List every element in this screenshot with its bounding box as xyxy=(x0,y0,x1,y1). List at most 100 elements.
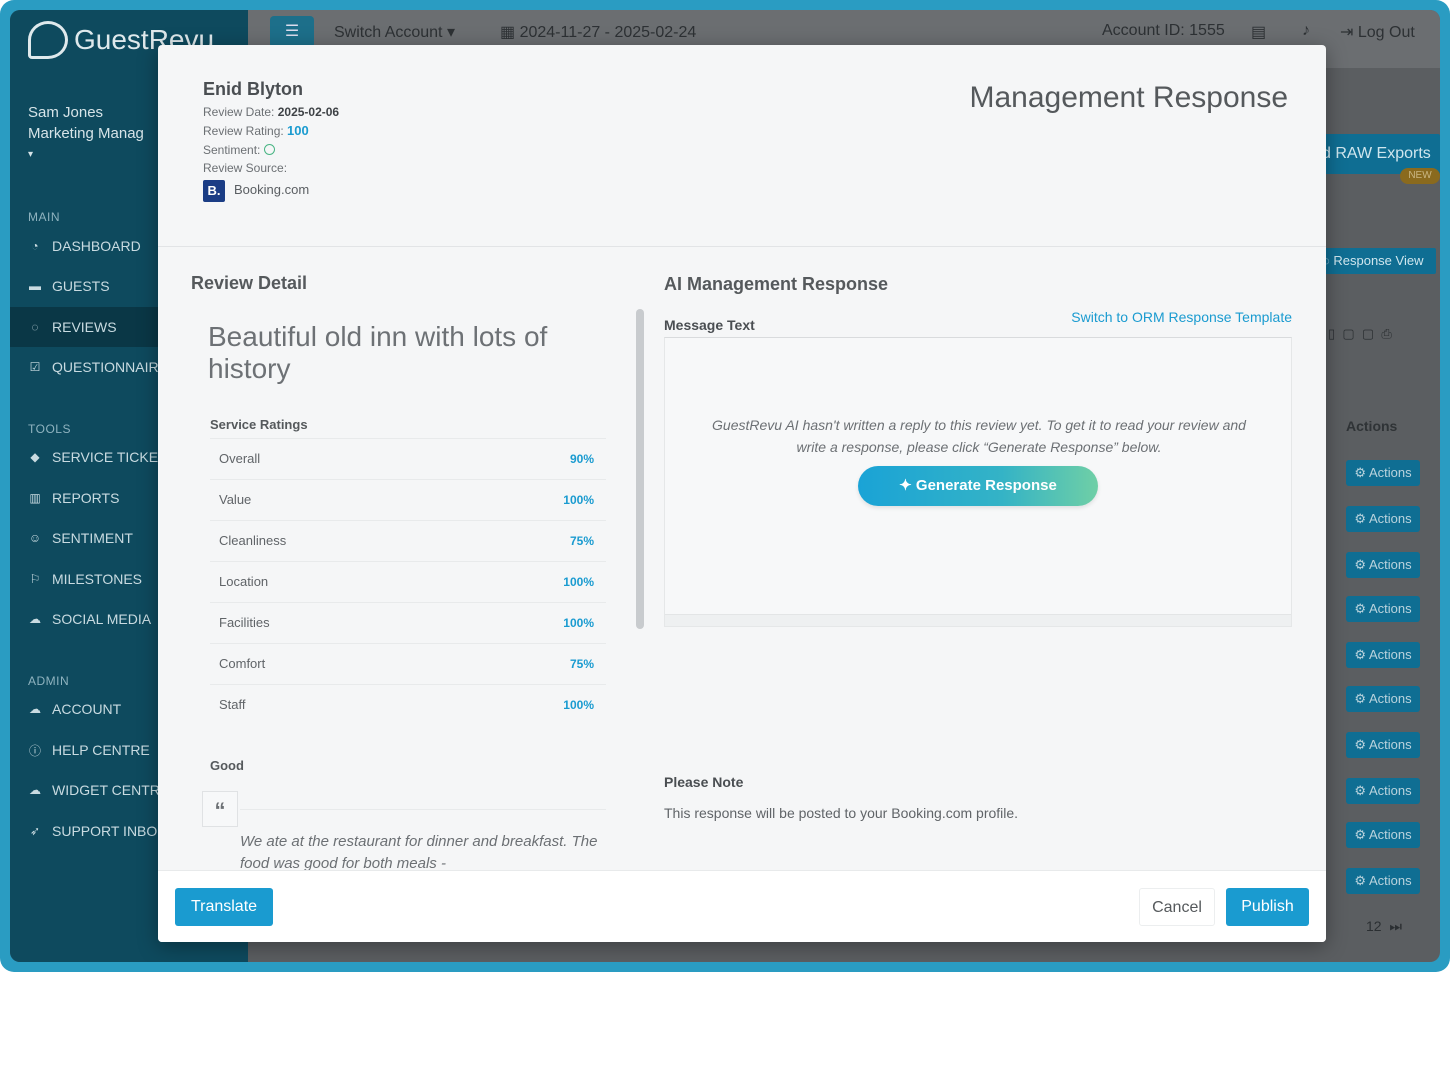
sidebar-item-label: DASHBOARD xyxy=(52,238,141,254)
review-headline: Beautiful old inn with lots of history xyxy=(208,321,548,384)
ai-placeholder-text: GuestRevu AI hasn't written a reply to t… xyxy=(712,417,1246,455)
messages-icon[interactable]: ▤ xyxy=(1251,22,1266,42)
response-view-label: Response View xyxy=(1333,253,1424,268)
rating-name: Value xyxy=(219,492,252,507)
actions-label: Actions xyxy=(1368,511,1412,526)
rating-name: Location xyxy=(219,574,269,589)
resize-handle[interactable] xyxy=(665,614,1291,626)
ai-response-title: AI Management Response xyxy=(664,274,889,294)
section-tools-label: TOOLS xyxy=(28,422,71,436)
divider xyxy=(240,809,606,810)
rating-row-location: Location 100% xyxy=(210,561,606,601)
review-detail-scrollbar[interactable] xyxy=(636,309,644,629)
background-content: d RAW Exports NEW ◌ Response View ▯ ▢ ▢ … xyxy=(1316,10,1440,962)
actions-label: Actions xyxy=(1368,557,1412,572)
cloud-icon: ☁ xyxy=(29,612,41,626)
rating-value: 100% xyxy=(563,492,594,507)
cloud-icon: ☁ xyxy=(29,702,41,716)
tag-icon: ◆ xyxy=(30,450,40,464)
actions-label: Actions xyxy=(1368,737,1412,752)
sidebar-item-label: GUESTS xyxy=(52,278,110,294)
caret-down-icon: ▾ xyxy=(28,149,34,160)
reviewer-name: Enid Blyton xyxy=(203,79,303,99)
date-range-picker[interactable]: ▦ 2024-11-27 - 2025-02-24 xyxy=(500,22,696,42)
rating-value: 90% xyxy=(569,451,594,466)
cloud-icon: ☁ xyxy=(29,783,41,797)
sidebar-item-label: SERVICE TICKET xyxy=(52,449,167,465)
cancel-button[interactable]: Cancel xyxy=(1139,888,1215,926)
rating-row-cleanliness: Cleanliness 75% xyxy=(210,520,606,560)
actions-label: Actions xyxy=(1368,691,1412,706)
review-date: Review Date: 2025-02-06 xyxy=(203,105,339,119)
menu-toggle-button[interactable]: ☰ xyxy=(270,16,314,48)
actions-label: Actions xyxy=(1368,647,1412,662)
review-source-label: Review Source: xyxy=(203,161,288,175)
check-square-icon: ☑ xyxy=(29,360,41,374)
switch-orm-template-link[interactable]: Switch to ORM Response Template xyxy=(1071,309,1292,325)
rating-name: Comfort xyxy=(219,656,266,671)
actions-button[interactable]: ⚙ Actions xyxy=(1346,868,1420,894)
logo-icon xyxy=(28,21,68,59)
info-icon: ⓘ xyxy=(28,743,41,758)
actions-button[interactable]: ⚙ Actions xyxy=(1346,686,1420,712)
review-rating: Review Rating: 100 xyxy=(203,123,309,138)
actions-button[interactable]: ⚙ Actions xyxy=(1346,822,1420,848)
actions-button[interactable]: ⚙ Actions xyxy=(1346,552,1420,578)
response-view-button[interactable]: ◌ Response View xyxy=(1316,248,1436,274)
actions-label: Actions xyxy=(1368,873,1412,888)
pagination[interactable]: 12 ⏭ xyxy=(1366,918,1402,935)
screenshot-frame: GuestRevu Sam Jones Marketing Manag ▾ MA… xyxy=(0,0,1450,972)
management-response-modal: Enid Blyton Review Date: 2025-02-06 Revi… xyxy=(158,45,1326,942)
review-date-label: Review Date: xyxy=(203,105,275,119)
actions-button[interactable]: ⚙ Actions xyxy=(1346,506,1420,532)
modal-header: Enid Blyton Review Date: 2025-02-06 Revi… xyxy=(158,45,1326,247)
rocket-icon: ➶ xyxy=(29,824,41,838)
rating-value: 100% xyxy=(563,574,594,589)
user-profile[interactable]: Sam Jones Marketing Manag ▾ xyxy=(28,102,144,165)
switch-account-dropdown[interactable]: Switch Account ▾ xyxy=(334,22,455,42)
modal-footer: Translate Cancel Publish xyxy=(158,870,1326,942)
rating-value: 75% xyxy=(569,656,594,671)
sentiment: Sentiment: xyxy=(203,143,275,157)
generate-response-label: Generate Response xyxy=(915,477,1057,494)
actions-button[interactable]: ⚙ Actions xyxy=(1346,460,1420,486)
rating-row-facilities: Facilities 100% xyxy=(210,602,606,642)
sidebar-item-label: WIDGET CENTR xyxy=(52,782,160,798)
generate-response-button[interactable]: ✦ Generate Response xyxy=(858,466,1098,506)
message-text-area[interactable]: GuestRevu AI hasn't written a reply to t… xyxy=(664,337,1292,627)
smiley-icon xyxy=(263,144,275,155)
chart-icon: ▥ xyxy=(29,491,41,505)
review-quote-text: We ate at the restaurant for dinner and … xyxy=(240,833,598,872)
section-main-label: MAIN xyxy=(28,210,60,224)
publish-button[interactable]: Publish xyxy=(1226,888,1309,926)
translate-button[interactable]: Translate xyxy=(175,888,273,926)
calendar-icon: ▦ xyxy=(500,24,516,41)
review-date-value: 2025-02-06 xyxy=(277,105,340,119)
actions-button[interactable]: ⚙ Actions xyxy=(1346,778,1420,804)
date-range-label: 2024-11-27 - 2025-02-24 xyxy=(519,24,697,41)
comments-icon: ◌ xyxy=(31,320,39,334)
page-last-number[interactable]: 12 xyxy=(1366,918,1382,934)
switch-account-label: Switch Account xyxy=(334,24,443,41)
bell-icon[interactable]: ♪ xyxy=(1302,22,1310,40)
rating-name: Cleanliness xyxy=(219,533,287,548)
sidebar-item-label: REVIEWS xyxy=(52,319,117,335)
flag-icon: ⚐ xyxy=(29,572,41,586)
actions-label: Actions xyxy=(1368,783,1412,798)
review-detail-title: Review Detail xyxy=(191,273,308,293)
please-note-label: Please Note xyxy=(664,774,744,790)
actions-button[interactable]: ⚙ Actions xyxy=(1346,732,1420,758)
rating-row-value: Value 100% xyxy=(210,479,606,519)
dashboard-icon: ◔ xyxy=(31,239,39,253)
user-role: Marketing Manag xyxy=(28,125,144,142)
please-note-text: This response will be posted to your Boo… xyxy=(664,805,1019,821)
sidebar-item-label: SUPPORT INBO xyxy=(52,823,158,839)
actions-button[interactable]: ⚙ Actions xyxy=(1346,642,1420,668)
last-page-icon[interactable]: ⏭ xyxy=(1389,918,1402,934)
sidebar-item-label: ACCOUNT xyxy=(52,701,122,717)
actions-button[interactable]: ⚙ Actions xyxy=(1346,596,1420,622)
rating-name: Facilities xyxy=(219,615,270,630)
user-name: Sam Jones xyxy=(28,104,104,121)
bed-icon: ▬ xyxy=(29,279,41,293)
app-window: GuestRevu Sam Jones Marketing Manag ▾ MA… xyxy=(10,10,1440,962)
